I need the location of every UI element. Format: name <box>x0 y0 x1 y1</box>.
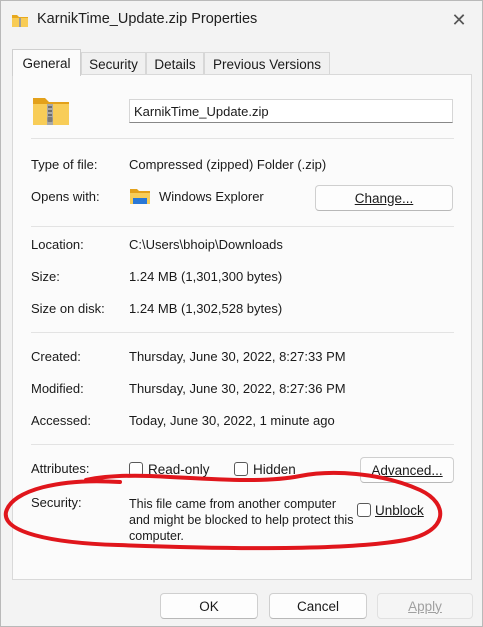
opens-with-value: Windows Explorer <box>159 189 264 204</box>
hidden-checkbox[interactable] <box>234 462 248 476</box>
divider <box>31 138 454 139</box>
modified-value: Thursday, June 30, 2022, 8:27:36 PM <box>129 381 346 396</box>
tab-security[interactable]: Security <box>81 52 146 75</box>
accessed-value: Today, June 30, 2022, 1 minute ago <box>129 413 335 428</box>
size-label: Size: <box>31 269 60 284</box>
apply-button-label: Apply <box>408 598 442 614</box>
created-value: Thursday, June 30, 2022, 8:27:33 PM <box>129 349 346 364</box>
size-value: 1.24 MB (1,301,300 bytes) <box>129 269 283 284</box>
properties-window: KarnikTime_Update.zip Properties ✕ Gener… <box>0 0 483 627</box>
zip-folder-icon <box>11 12 29 31</box>
divider <box>31 332 454 333</box>
size-on-disk-label: Size on disk: <box>31 301 105 316</box>
hidden-label[interactable]: Hidden <box>253 462 296 477</box>
security-message: This file came from another computer and… <box>129 497 354 543</box>
file-explorer-icon <box>129 186 151 209</box>
divider <box>31 444 454 445</box>
created-label: Created: <box>31 349 81 364</box>
readonly-checkbox[interactable] <box>129 462 143 476</box>
title-bar: KarnikTime_Update.zip Properties ✕ <box>1 1 482 41</box>
type-label: Type of file: <box>31 157 98 172</box>
window-title: KarnikTime_Update.zip Properties <box>37 11 258 27</box>
type-value: Compressed (zipped) Folder (.zip) <box>129 157 327 172</box>
accessed-label: Accessed: <box>31 413 91 428</box>
size-on-disk-value: 1.24 MB (1,302,528 bytes) <box>129 301 283 316</box>
tab-general[interactable]: General <box>12 49 81 76</box>
readonly-label[interactable]: Read-only <box>148 462 210 477</box>
unblock-label[interactable]: Unblock <box>375 503 424 518</box>
location-label: Location: <box>31 237 84 252</box>
security-label: Security: <box>31 495 82 510</box>
change-button-label: Change... <box>354 190 414 206</box>
unblock-checkbox[interactable] <box>357 503 371 517</box>
attributes-label: Attributes: <box>31 461 90 476</box>
tab-details[interactable]: Details <box>146 52 204 75</box>
apply-button[interactable]: Apply <box>377 593 473 619</box>
ok-button[interactable]: OK <box>160 593 258 619</box>
modified-label: Modified: <box>31 381 84 396</box>
location-value: C:\Users\bhoip\Downloads <box>129 237 283 252</box>
opens-with-label: Opens with: <box>31 189 100 204</box>
change-button[interactable]: Change... <box>315 185 453 211</box>
zip-folder-icon <box>31 93 71 130</box>
close-button[interactable]: ✕ <box>436 1 482 39</box>
tab-previous-versions[interactable]: Previous Versions <box>204 52 330 75</box>
file-name-field[interactable] <box>129 99 453 123</box>
advanced-button-label: Advanced... <box>371 462 443 478</box>
divider <box>31 226 454 227</box>
cancel-button[interactable]: Cancel <box>269 593 367 619</box>
close-icon: ✕ <box>451 9 467 30</box>
general-panel: Type of file: Compressed (zipped) Folder… <box>12 74 472 580</box>
advanced-button[interactable]: Advanced... <box>360 457 454 483</box>
